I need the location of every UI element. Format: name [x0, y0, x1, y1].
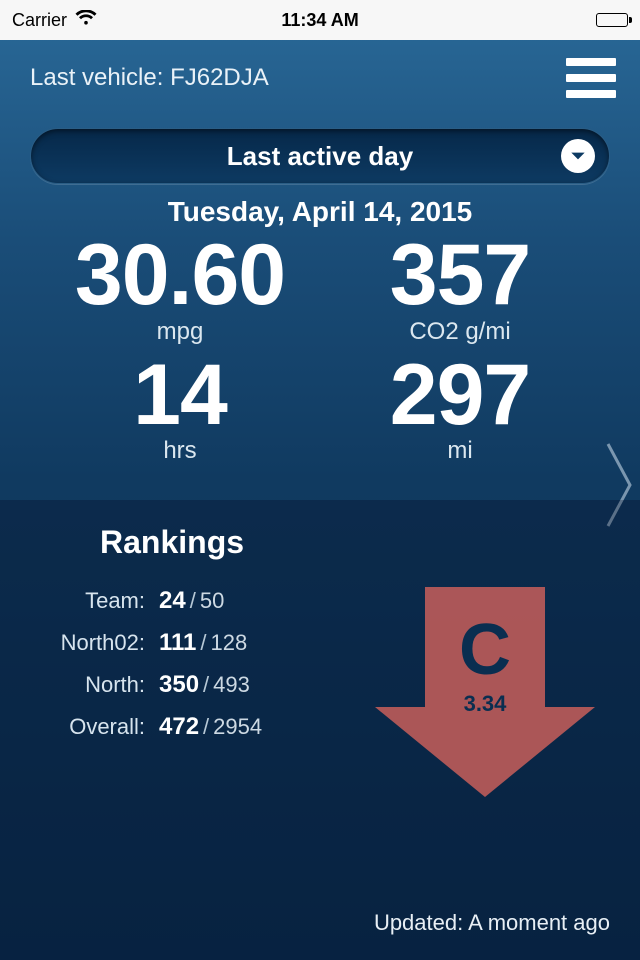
stat-mpg-value: 30.60 — [40, 232, 320, 320]
stat-co2: 357 CO2 g/mi — [320, 232, 600, 352]
rank-position: 350 — [159, 671, 199, 699]
stat-mpg: 30.60 mpg — [40, 232, 320, 352]
rankings-title: Rankings — [100, 524, 610, 561]
rank-total: 50 — [200, 588, 224, 614]
grade-letter: C — [370, 609, 600, 691]
chevron-down-icon — [561, 139, 595, 173]
menu-button[interactable] — [566, 58, 616, 98]
rank-separator: / — [203, 714, 209, 740]
carrier-label: Carrier — [12, 10, 67, 31]
rank-position: 111 — [159, 629, 196, 657]
status-left: Carrier — [12, 10, 97, 31]
stat-mi-unit: mi — [320, 437, 600, 465]
updated-label: Updated: A moment ago — [374, 910, 610, 936]
stat-hrs-value: 14 — [40, 352, 320, 440]
grade-score: 3.34 — [370, 691, 600, 717]
period-dropdown-label: Last active day — [227, 141, 413, 172]
stat-hrs: 14 hrs — [40, 352, 320, 472]
rank-separator: / — [203, 672, 209, 698]
rank-row: North02: 111 / 128 — [30, 629, 360, 657]
grade-badge: C 3.34 — [370, 587, 600, 802]
rank-total: 2954 — [213, 714, 262, 740]
stat-co2-unit: CO2 g/mi — [320, 318, 600, 346]
rank-label: Team: — [30, 588, 145, 614]
app-header: Last vehicle: FJ62DJA — [0, 40, 640, 108]
rank-label: North: — [30, 672, 145, 698]
rank-position: 472 — [159, 713, 199, 741]
status-right — [596, 13, 628, 27]
date-label: Tuesday, April 14, 2015 — [0, 196, 640, 228]
last-vehicle-label: Last vehicle: FJ62DJA — [30, 64, 269, 92]
rank-label: North02: — [30, 630, 145, 656]
stat-mi-value: 297 — [320, 352, 600, 440]
rankings-body: Team: 24 / 50 North02: 111 / 128 North: … — [30, 587, 610, 802]
stat-co2-value: 357 — [320, 232, 600, 320]
battery-icon — [596, 13, 628, 27]
rank-position: 24 — [159, 587, 186, 615]
rank-separator: / — [190, 588, 196, 614]
rank-label: Overall: — [30, 714, 145, 740]
rank-row: North: 350 / 493 — [30, 671, 360, 699]
rankings-table: Team: 24 / 50 North02: 111 / 128 North: … — [30, 587, 360, 802]
rank-row: Team: 24 / 50 — [30, 587, 360, 615]
rank-total: 493 — [213, 672, 250, 698]
status-time: 11:34 AM — [281, 10, 358, 31]
status-bar: Carrier 11:34 AM — [0, 0, 640, 40]
rank-separator: / — [200, 630, 206, 656]
rank-total: 128 — [211, 630, 248, 656]
wifi-icon — [75, 10, 97, 31]
menu-icon — [566, 90, 616, 98]
stat-mi: 297 mi — [320, 352, 600, 472]
stat-hrs-unit: hrs — [40, 437, 320, 465]
rank-row: Overall: 472 / 2954 — [30, 713, 360, 741]
menu-icon — [566, 74, 616, 82]
period-dropdown[interactable]: Last active day — [30, 128, 610, 184]
stats-grid: 30.60 mpg 357 CO2 g/mi 14 hrs 297 mi — [0, 232, 640, 471]
rankings-section: Rankings Team: 24 / 50 North02: 111 / 12… — [0, 500, 640, 960]
menu-icon — [566, 58, 616, 66]
